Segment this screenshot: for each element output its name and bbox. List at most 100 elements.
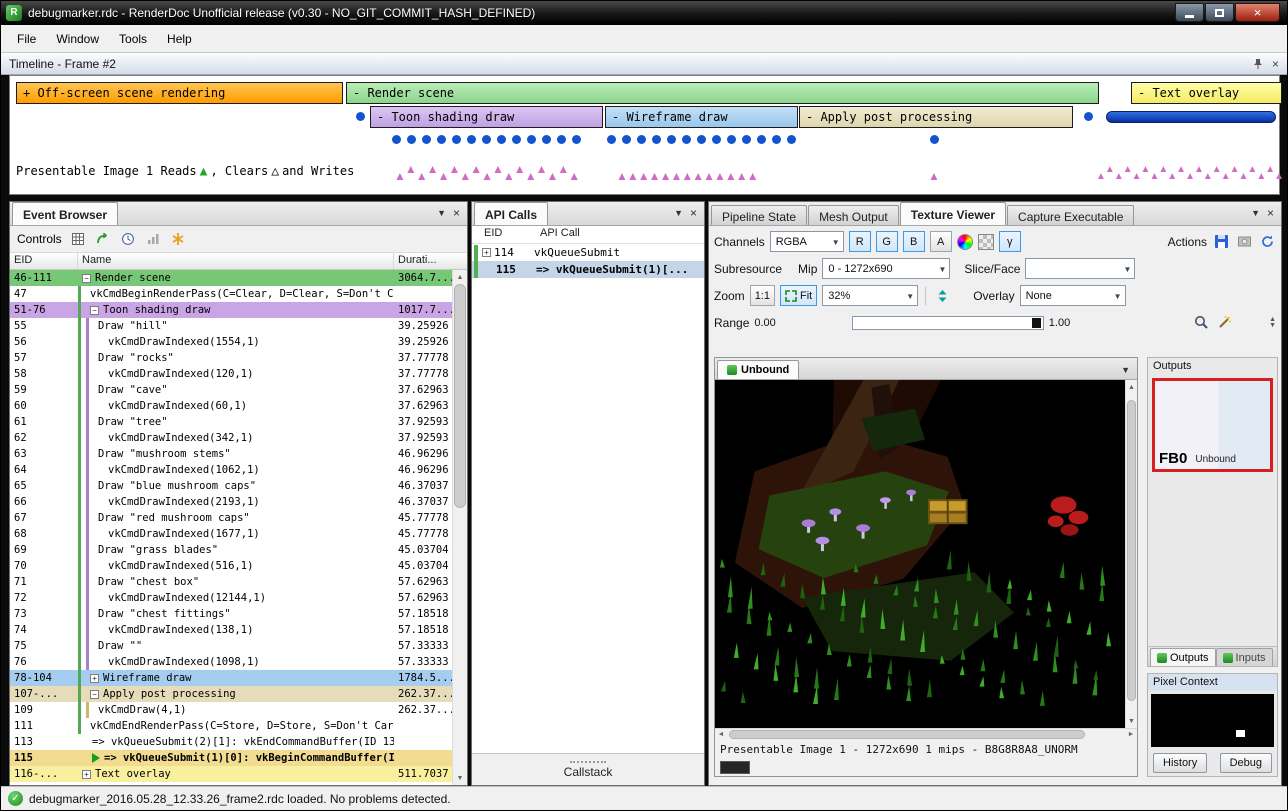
event-row[interactable]: 58vkCmdDrawIndexed(120,1)37.77778: [10, 366, 452, 382]
event-row[interactable]: 60vkCmdDrawIndexed(60,1)37.62963: [10, 398, 452, 414]
checkerboard-icon[interactable]: [978, 234, 994, 250]
scroll-down-icon[interactable]: ▼: [453, 771, 467, 785]
magnifier-icon[interactable]: [1192, 314, 1210, 332]
api-call-row[interactable]: 115 => vkQueueSubmit(1)[...: [472, 261, 704, 278]
event-row[interactable]: 57Draw "rocks"37.77778: [10, 350, 452, 366]
event-row[interactable]: 115=> vkQueueSubmit(1)[0]: vkBeginComman…: [10, 750, 452, 766]
event-row[interactable]: 111vkCmdEndRenderPass(C=Store, D=Store, …: [10, 718, 452, 734]
texture-horizontal-scrollbar[interactable]: ◄ ►: [715, 728, 1137, 740]
event-row[interactable]: 70vkCmdDrawIndexed(516,1)45.03704: [10, 558, 452, 574]
event-row[interactable]: 56vkCmdDrawIndexed(1554,1)39.25926: [10, 334, 452, 350]
event-browser-scrollbar[interactable]: ▲ ▼: [452, 270, 467, 785]
tab-mesh-output[interactable]: Mesh Output: [808, 205, 899, 225]
range-max-value[interactable]: 1.00: [1049, 317, 1070, 329]
event-row[interactable]: 65Draw "blue mushroom caps"46.37037: [10, 478, 452, 494]
tree-expander[interactable]: −: [90, 306, 99, 315]
event-row[interactable]: 69Draw "grass blades"45.03704: [10, 542, 452, 558]
event-row[interactable]: 61Draw "tree"37.92593: [10, 414, 452, 430]
panel-close-icon[interactable]: ×: [690, 206, 697, 220]
tab-event-browser[interactable]: Event Browser: [12, 202, 118, 225]
refresh-icon[interactable]: [1258, 233, 1276, 251]
event-row[interactable]: 47vkCmdBeginRenderPass(C=Clear, D=Clear,…: [10, 286, 452, 302]
zoom-1to1-button[interactable]: 1:1: [750, 285, 775, 306]
tab-pipeline-state[interactable]: Pipeline State: [711, 205, 807, 225]
pixel-context-view[interactable]: [1151, 694, 1274, 747]
column-eid[interactable]: EID: [10, 253, 78, 269]
tree-expander[interactable]: −: [82, 274, 91, 283]
autofit-wand-icon[interactable]: [1215, 314, 1233, 332]
tab-inputs[interactable]: Inputs: [1216, 648, 1273, 666]
pin-icon[interactable]: [1252, 58, 1264, 70]
fb0-thumbnail[interactable]: FB0 Unbound: [1152, 378, 1273, 472]
menu-tools[interactable]: Tools: [109, 27, 157, 51]
texture-list-dropdown-icon[interactable]: ▼: [1121, 365, 1130, 375]
event-row[interactable]: 59Draw "cave"37.62963: [10, 382, 452, 398]
event-row[interactable]: 46-111−Render scene3064.7...: [10, 270, 452, 286]
event-row[interactable]: 116-...+Text overlay511.7037: [10, 766, 452, 782]
event-row[interactable]: 109vkCmdDraw(4,1)262.37...: [10, 702, 452, 718]
scroll-up-icon[interactable]: ▲: [453, 270, 467, 284]
overlay-combo[interactable]: None▼: [1020, 285, 1126, 306]
panel-menu-icon[interactable]: ▼: [674, 208, 683, 218]
scroll-left-icon[interactable]: ◄: [715, 731, 727, 738]
event-row[interactable]: 67Draw "red mushroom caps"45.77778: [10, 510, 452, 526]
column-name[interactable]: Name: [78, 253, 394, 269]
scroll-right-icon[interactable]: ►: [1125, 731, 1137, 738]
zoom-combo[interactable]: 32%▼: [822, 285, 918, 306]
event-row[interactable]: 74vkCmdDrawIndexed(138,1)57.18518: [10, 622, 452, 638]
event-row[interactable]: 72vkCmdDrawIndexed(12144,1)57.62963: [10, 590, 452, 606]
tree-expander[interactable]: −: [90, 690, 99, 699]
menu-help[interactable]: Help: [157, 27, 202, 51]
history-button[interactable]: History: [1153, 753, 1207, 773]
timeline-bar-toon-shading[interactable]: - Toon shading draw: [370, 106, 603, 128]
tree-expander[interactable]: +: [82, 770, 91, 779]
flip-y-icon[interactable]: [933, 287, 951, 305]
timeline-bar-wireframe[interactable]: - Wireframe draw: [605, 106, 798, 128]
event-row[interactable]: 76vkCmdDrawIndexed(1098,1)57.33333: [10, 654, 452, 670]
range-slider[interactable]: [852, 316, 1044, 330]
scroll-up-icon[interactable]: ▲: [1126, 380, 1137, 394]
panel-close-icon[interactable]: ×: [1267, 206, 1274, 220]
goto-eid-icon[interactable]: [94, 230, 112, 248]
api-call-row[interactable]: + 114 vkQueueSubmit: [472, 244, 704, 261]
save-icon[interactable]: [1212, 233, 1230, 251]
time-draws-icon[interactable]: [119, 230, 137, 248]
texture-image[interactable]: [715, 380, 1125, 728]
tab-api-calls[interactable]: API Calls: [474, 202, 548, 225]
spinner-chevrons-icon[interactable]: ▲▼: [1269, 317, 1276, 329]
event-row[interactable]: 62vkCmdDrawIndexed(342,1)37.92593: [10, 430, 452, 446]
column-api-call[interactable]: API Call: [536, 226, 704, 243]
maximize-button[interactable]: [1205, 3, 1234, 22]
alpha-channel-button[interactable]: A: [930, 231, 952, 252]
fit-button[interactable]: Fit: [780, 285, 817, 306]
tree-expander[interactable]: +: [90, 674, 99, 683]
timeline-bar-offscreen[interactable]: + Off-screen scene rendering: [16, 82, 343, 104]
callstack-section[interactable]: Callstack: [472, 753, 704, 785]
tree-expander[interactable]: +: [482, 248, 491, 257]
tab-capture-executable[interactable]: Capture Executable: [1007, 205, 1134, 225]
timeline-bar-text-overlay[interactable]: - Text overlay: [1131, 82, 1282, 104]
event-row[interactable]: 66vkCmdDrawIndexed(2193,1)46.37037: [10, 494, 452, 510]
event-row[interactable]: 78-104+Wireframe draw1784.5...: [10, 670, 452, 686]
menu-file[interactable]: File: [7, 27, 46, 51]
close-button[interactable]: ×: [1235, 3, 1280, 22]
minimize-button[interactable]: [1175, 3, 1204, 22]
event-row[interactable]: 73Draw "chest fittings"57.18518: [10, 606, 452, 622]
menu-window[interactable]: Window: [46, 27, 109, 51]
statistics-icon[interactable]: [144, 230, 162, 248]
timeline-close-icon[interactable]: ×: [1272, 57, 1279, 71]
blue-channel-button[interactable]: B: [903, 231, 925, 252]
event-row[interactable]: 63Draw "mushroom stems"46.96296: [10, 446, 452, 462]
color-wheel-icon[interactable]: [957, 234, 973, 250]
texture-tab-unbound[interactable]: Unbound: [717, 360, 799, 379]
panel-close-icon[interactable]: ×: [453, 206, 460, 220]
event-row[interactable]: 71Draw "chest box"57.62963: [10, 574, 452, 590]
channels-combo[interactable]: RGBA▼: [770, 231, 844, 252]
event-row[interactable]: 64vkCmdDrawIndexed(1062,1)46.96296: [10, 462, 452, 478]
debug-button[interactable]: Debug: [1220, 753, 1272, 773]
panel-menu-icon[interactable]: ▼: [1251, 208, 1260, 218]
tab-texture-viewer[interactable]: Texture Viewer: [900, 202, 1006, 225]
column-duration[interactable]: Durati...: [394, 253, 467, 269]
event-row[interactable]: 51-76−Toon shading draw1017.7...: [10, 302, 452, 318]
snapshot-icon[interactable]: [1235, 233, 1253, 251]
